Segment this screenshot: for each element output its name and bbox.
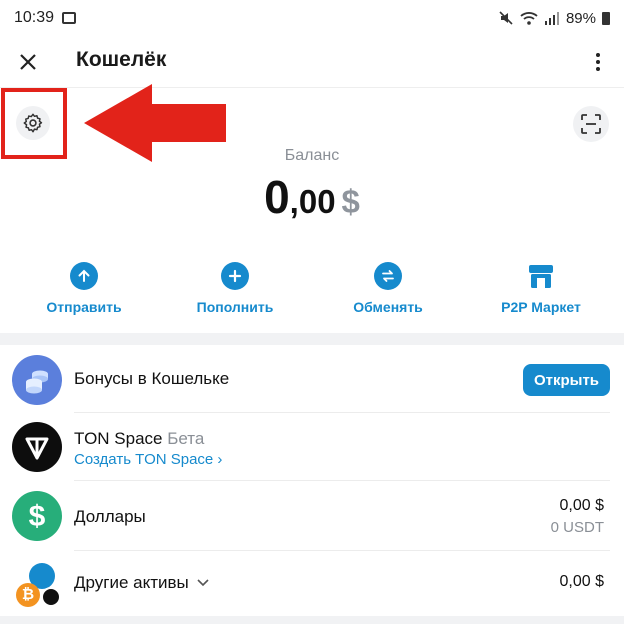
exchange-button[interactable]: Обменять — [323, 262, 453, 315]
arrow-up-icon — [70, 262, 98, 290]
battery-text: 89% — [565, 9, 596, 27]
balance-currency: $ — [341, 183, 360, 220]
signal-icon — [544, 12, 559, 25]
list-item-other-assets[interactable]: ₿ Другие активы 0,00 $ — [0, 551, 624, 616]
mute-icon — [499, 11, 513, 25]
ton-icon — [12, 422, 62, 472]
deposit-label: Пополнить — [196, 299, 274, 315]
section-divider — [0, 333, 624, 345]
dollars-value: 0,00 $ — [559, 497, 604, 514]
store-icon — [527, 262, 555, 290]
other-assets-label: Другие активы — [74, 573, 189, 592]
chevron-down-icon — [196, 579, 209, 587]
status-right: 89% — [498, 10, 610, 27]
swap-icon — [374, 262, 402, 290]
open-bonuses-button[interactable]: Открыть — [523, 364, 610, 396]
battery-icon — [602, 11, 610, 25]
gallery-icon — [62, 12, 77, 24]
deposit-button[interactable]: Пополнить — [170, 262, 300, 315]
beta-badge: Бета — [167, 429, 205, 448]
balance-amount: 0,00 $ — [0, 170, 624, 224]
assets-cluster-icon: ₿ — [14, 561, 64, 611]
plus-icon — [221, 262, 249, 290]
balance-label: Баланс — [284, 147, 340, 164]
coins-icon — [12, 355, 62, 405]
list-item-ton-space[interactable]: TON Space Бета Создать TON Space › — [0, 413, 624, 481]
notcoin-icon — [41, 587, 61, 607]
dollars-usdt: 0 USDT — [550, 519, 604, 536]
ton-space-title: TON Space Бета — [74, 429, 204, 449]
bonuses-title: Бонусы в Кошельке — [74, 369, 230, 388]
wifi-icon — [520, 12, 538, 25]
more-vert-icon[interactable] — [586, 48, 610, 76]
scan-qr-button[interactable] — [573, 106, 609, 142]
dollars-title: Доллары — [74, 507, 146, 526]
other-assets-title[interactable]: Другие активы — [74, 573, 210, 593]
page-title: Кошелёк — [76, 48, 167, 71]
p2p-market-label: P2P Маркет — [501, 299, 581, 315]
close-icon[interactable] — [14, 48, 42, 76]
send-button[interactable]: Отправить — [19, 262, 149, 315]
send-label: Отправить — [46, 299, 122, 315]
create-ton-space-link[interactable]: Создать TON Space › — [74, 451, 222, 468]
dollar-icon: $ — [12, 491, 62, 541]
action-bar: Отправить Пополнить Обменять P2P Маркет — [0, 262, 624, 322]
status-time: 10:39 — [14, 9, 55, 26]
balance-decimal: ,00 — [289, 183, 336, 220]
bottom-divider — [0, 616, 624, 624]
balance-integer: 0 — [264, 171, 290, 223]
bitcoin-icon: ₿ — [16, 583, 40, 607]
svg-text:$: $ — [29, 500, 46, 533]
gear-icon — [23, 113, 43, 133]
p2p-market-button[interactable]: P2P Маркет — [476, 262, 606, 315]
ton-space-name: TON Space — [74, 429, 163, 448]
app-header: Кошелёк — [0, 36, 624, 88]
exchange-label: Обменять — [353, 299, 423, 315]
status-bar: 10:39 89% — [0, 0, 624, 36]
scan-icon — [581, 114, 601, 134]
other-assets-value: 0,00 $ — [559, 573, 604, 590]
settings-button[interactable] — [16, 106, 50, 140]
list-item-dollars[interactable]: $ Доллары 0,00 $ 0 USDT — [0, 481, 624, 551]
